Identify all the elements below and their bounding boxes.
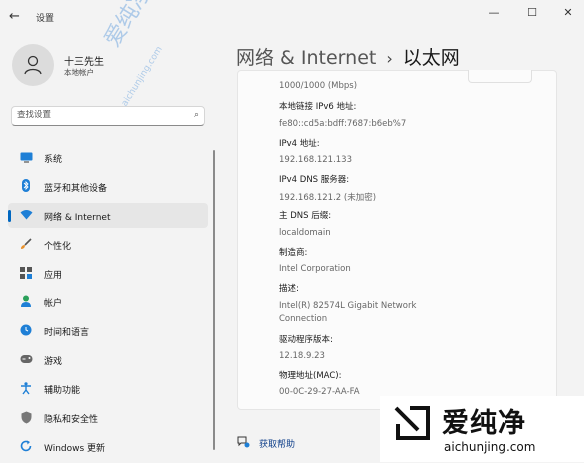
description-value-line2: Connection <box>279 314 328 324</box>
person-icon <box>19 294 33 308</box>
breadcrumb: 网络 & Internet › 以太网 <box>236 43 460 70</box>
update-icon <box>19 439 33 453</box>
copy-button[interactable] <box>468 70 532 83</box>
watermark-url: aichunjing.com <box>120 44 165 109</box>
ipv4-dns-value: 192.168.121.2 (未加密) <box>279 193 377 203</box>
ipv4-label: IPv4 地址: <box>279 139 320 149</box>
sidebar-item-accessibility[interactable]: 辅助功能 <box>8 376 208 401</box>
ipv6-label: 本地链接 IPv6 地址: <box>279 102 357 112</box>
avatar <box>12 44 54 86</box>
dns-suffix-label: 主 DNS 后缀: <box>279 211 332 221</box>
shield-icon <box>19 410 33 424</box>
mac-value: 00-0C-29-27-AA-FA <box>279 387 360 397</box>
sidebar-nav: 系统 蓝牙和其他设备 网络 & Internet 个性化 应用 帐户 时间和语言… <box>8 145 208 463</box>
minimize-icon[interactable]: — <box>484 6 504 19</box>
breadcrumb-separator: › <box>386 49 393 68</box>
gamepad-icon <box>19 352 33 366</box>
back-arrow-icon[interactable]: ← <box>9 9 20 24</box>
search-box[interactable]: ⌕ <box>11 106 205 126</box>
sidebar-item-gaming[interactable]: 游戏 <box>8 347 208 372</box>
watermark-logo-en: aichunjing.com <box>444 440 536 454</box>
sidebar-item-system[interactable]: 系统 <box>8 145 208 170</box>
title-bar: ← 设置 — ☐ ✕ <box>0 0 584 34</box>
monitor-icon <box>19 150 33 164</box>
user-name: 十三先生 <box>64 57 104 68</box>
dns-suffix-value: localdomain <box>279 228 331 238</box>
watermark-logo: 爱纯净 aichunjing.com <box>380 396 584 462</box>
aichunjing-logo-icon <box>394 406 430 440</box>
driver-version-value: 12.18.9.23 <box>279 351 325 361</box>
sidebar-item-accounts[interactable]: 帐户 <box>8 289 208 314</box>
watermark-logo-cn: 爱纯净 <box>442 408 526 439</box>
user-account-type: 本地帐户 <box>64 68 94 77</box>
sidebar-item-time-language[interactable]: 时间和语言 <box>8 318 208 343</box>
description-label: 描述: <box>279 284 299 294</box>
manufacturer-value: Intel Corporation <box>279 264 351 274</box>
mac-label: 物理地址(MAC): <box>279 371 342 381</box>
wifi-icon <box>19 208 33 222</box>
sidebar-item-windows-update[interactable]: Windows 更新 <box>8 434 208 459</box>
manufacturer-label: 制造商: <box>279 248 308 258</box>
ipv6-value: fe80::cd5a:bdff:7687:b6eb%7 <box>279 119 407 129</box>
sidebar-item-personalization[interactable]: 个性化 <box>8 232 208 257</box>
sidebar-item-network[interactable]: 网络 & Internet <box>8 202 208 228</box>
breadcrumb-parent[interactable]: 网络 & Internet <box>236 47 376 69</box>
ipv4-dns-label: IPv4 DNS 服务器: <box>279 175 350 185</box>
apps-icon <box>19 266 33 280</box>
link-speed-value: 1000/1000 (Mbps) <box>279 81 358 91</box>
search-input[interactable] <box>17 110 177 120</box>
window-title: 设置 <box>36 14 55 24</box>
driver-version-label: 驱动程序版本: <box>279 335 333 345</box>
sidebar-item-apps[interactable]: 应用 <box>8 261 208 286</box>
close-icon[interactable]: ✕ <box>558 6 578 19</box>
sidebar-item-bluetooth[interactable]: 蓝牙和其他设备 <box>8 174 208 199</box>
description-value: Intel(R) 82574L Gigabit Network <box>279 301 417 311</box>
globe-clock-icon <box>19 323 33 337</box>
active-indicator <box>8 209 11 222</box>
bluetooth-icon <box>19 179 33 193</box>
search-icon[interactable]: ⌕ <box>194 110 199 120</box>
help-chat-icon <box>237 436 250 451</box>
accessibility-icon <box>19 381 33 395</box>
maximize-icon[interactable]: ☐ <box>522 6 542 19</box>
sidebar-item-privacy[interactable]: 隐私和安全性 <box>8 405 208 430</box>
brush-icon <box>19 237 33 251</box>
sidebar-scrollbar[interactable] <box>213 150 215 450</box>
person-icon <box>24 55 42 75</box>
ipv4-value: 192.168.121.133 <box>279 155 353 165</box>
page-title: 以太网 <box>402 47 460 69</box>
